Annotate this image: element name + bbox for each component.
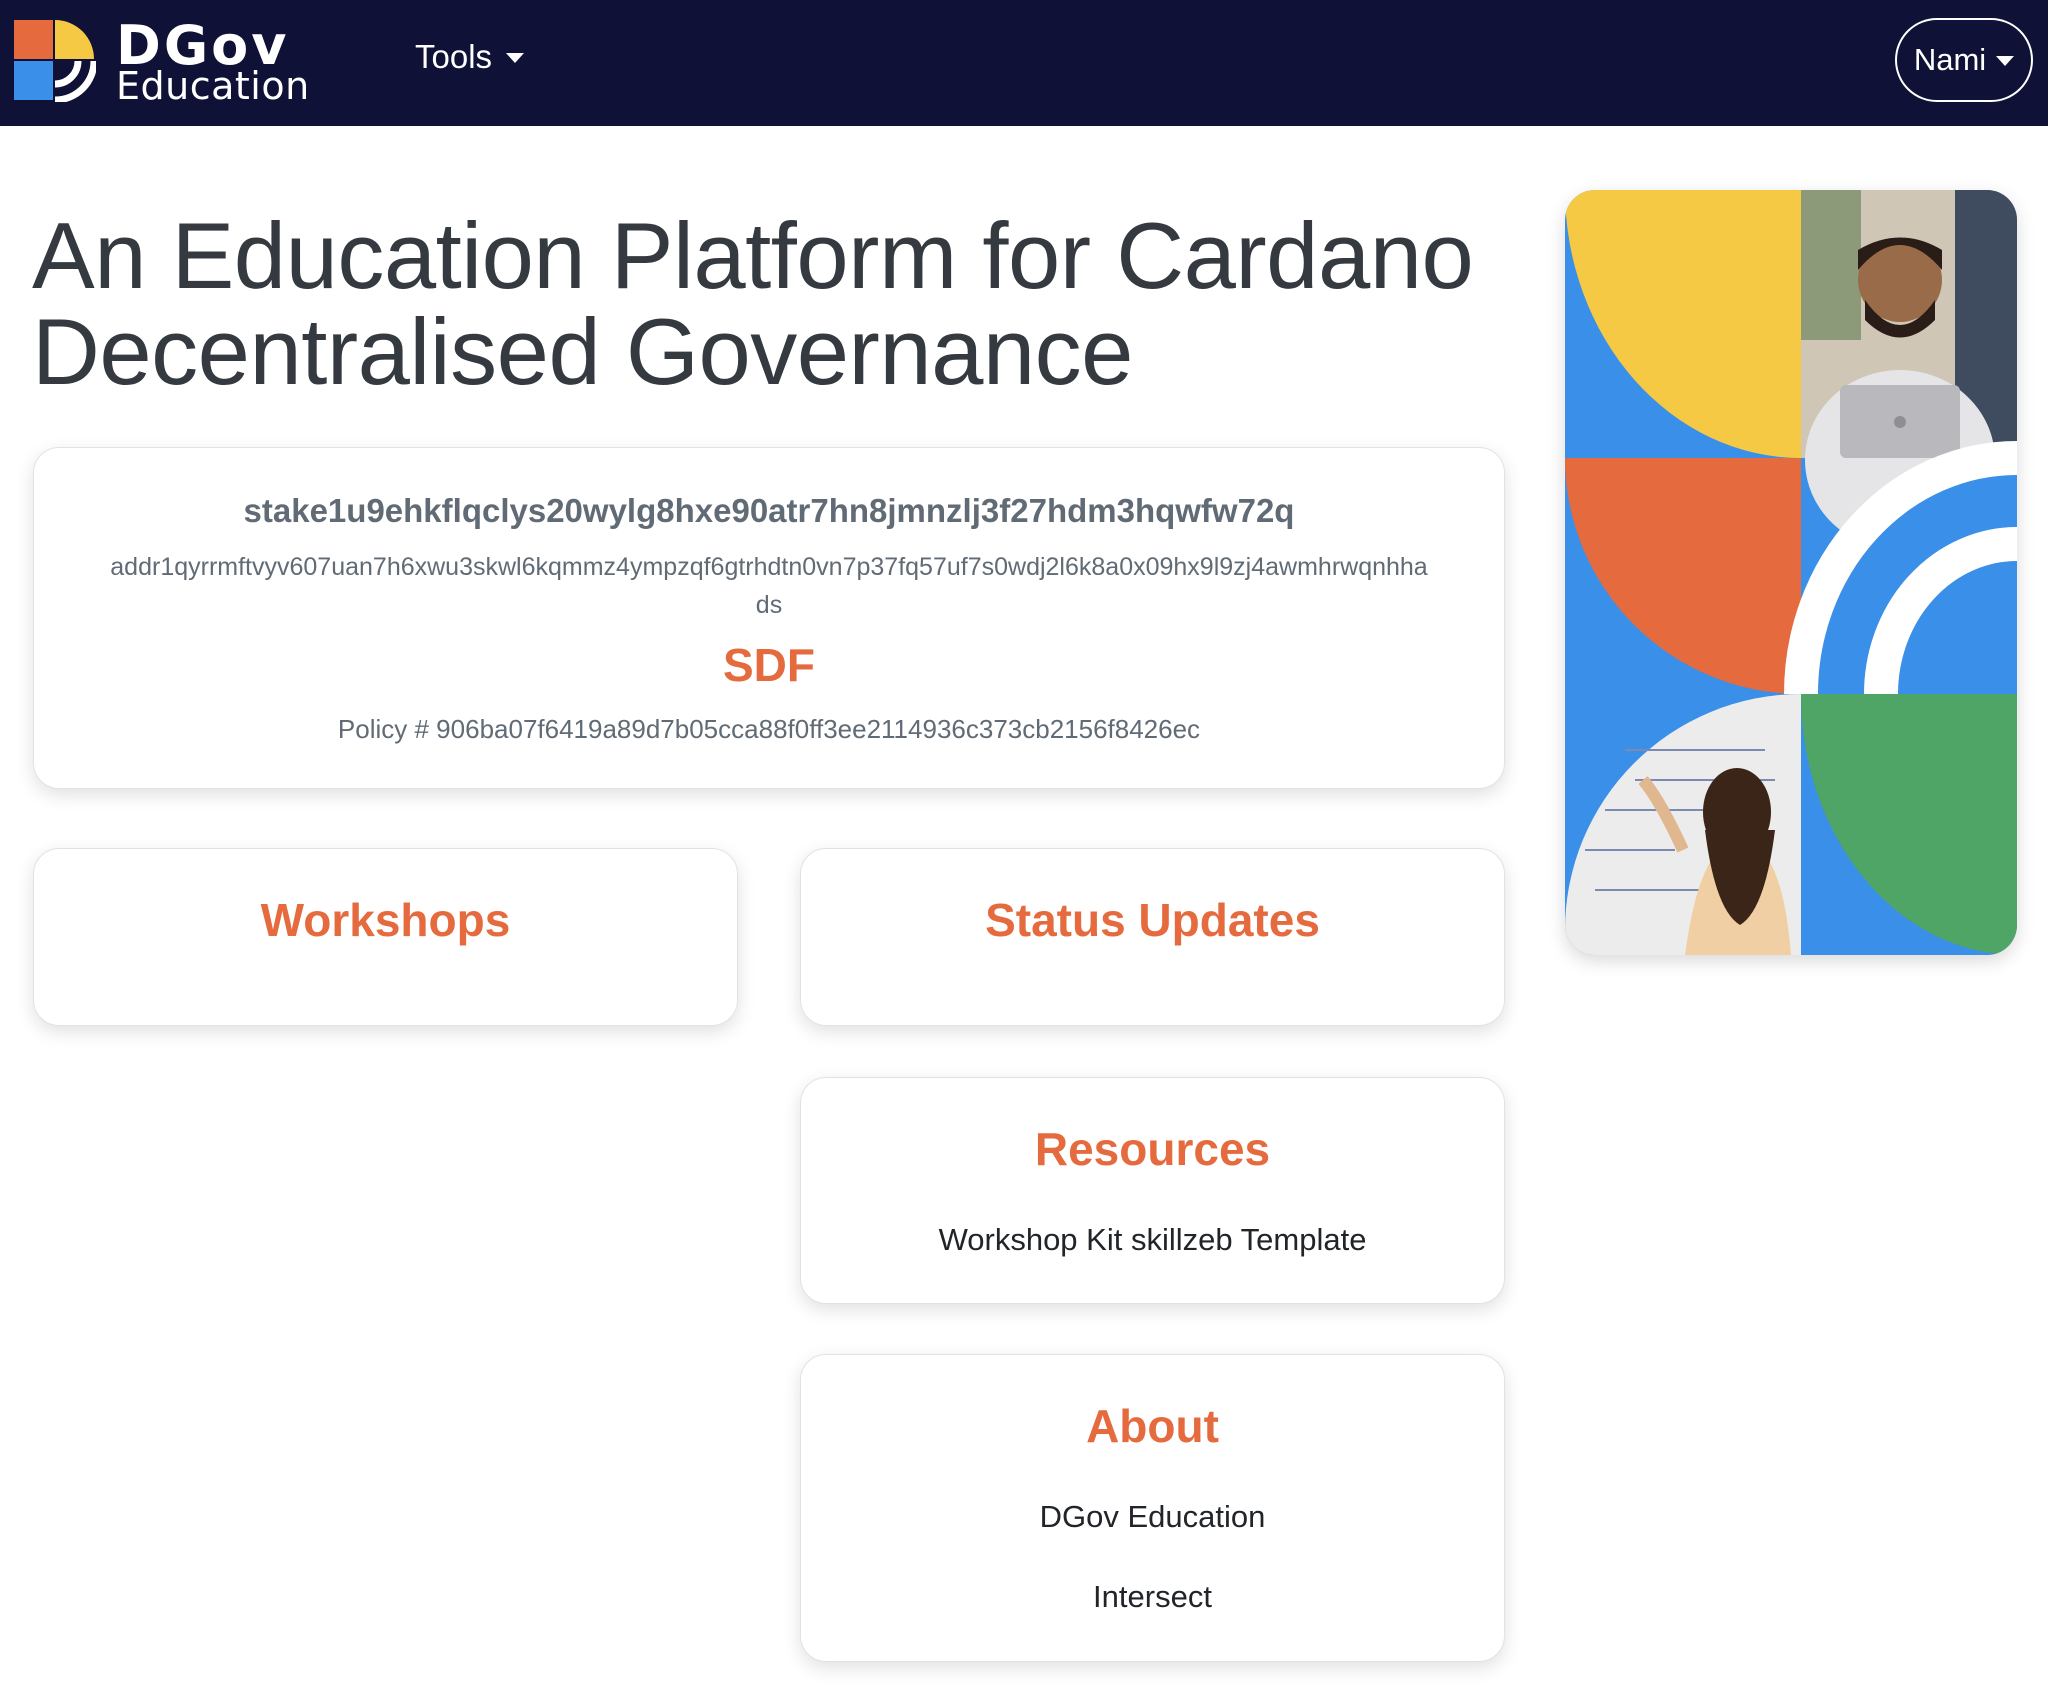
intersect-link[interactable]: Intersect (801, 1579, 1504, 1615)
dgov-logo-icon (14, 20, 96, 102)
about-card: About DGov Education Intersect (800, 1354, 1505, 1662)
resources-title: Resources (1034, 1123, 1271, 1175)
workshops-title: Workshops (260, 894, 511, 946)
tools-label: Tools (415, 38, 493, 75)
stake-address: stake1u9ehkflqclys20wylg8hxe90atr7hn8jmn… (243, 492, 1295, 529)
chevron-down-icon (1996, 56, 2015, 66)
resources-card: Resources Workshop Kit skillzeb Template (800, 1077, 1505, 1304)
wallet-label: Nami (1913, 42, 1987, 77)
dgov-education-link[interactable]: DGov Education (801, 1499, 1504, 1535)
chevron-down-icon (506, 53, 525, 63)
payment-address: addr1qyrrmftvyv607uan7h6xwu3skwl6kqmmz4y… (110, 553, 1428, 619)
status-updates-card: Status Updates (800, 848, 1505, 1026)
wallet-info-card: stake1u9ehkflqclys20wylg8hxe90atr7hn8jmn… (33, 447, 1505, 789)
page-title-line-1: An Education Platform for Cardano (32, 203, 1474, 308)
collage-graphic (1565, 190, 2017, 955)
brand-home-link[interactable]: DGov Education (14, 14, 309, 108)
wallet-dropdown-button[interactable]: Nami (1895, 18, 2033, 102)
organization-name: SDF (723, 639, 815, 691)
workshop-kit-link[interactable]: Workshop Kit skillzeb Template (801, 1222, 1504, 1258)
page-title-line-2: Decentralised Governance (32, 299, 1133, 404)
status-updates-title: Status Updates (985, 894, 1320, 946)
brand-subtitle: Education (116, 64, 310, 108)
workshops-card: Workshops (33, 848, 738, 1026)
top-navbar: DGov Education Tools Nami (0, 0, 2048, 126)
policy-id: Policy # 906ba07f6419a89d7b05cca88f0ff3e… (337, 714, 1201, 744)
about-title: About (1086, 1400, 1219, 1452)
hero-collage-image (1565, 190, 2017, 955)
tools-dropdown[interactable]: Tools (415, 38, 525, 76)
page-title: An Education Platform for Cardano Decent… (32, 208, 1532, 400)
